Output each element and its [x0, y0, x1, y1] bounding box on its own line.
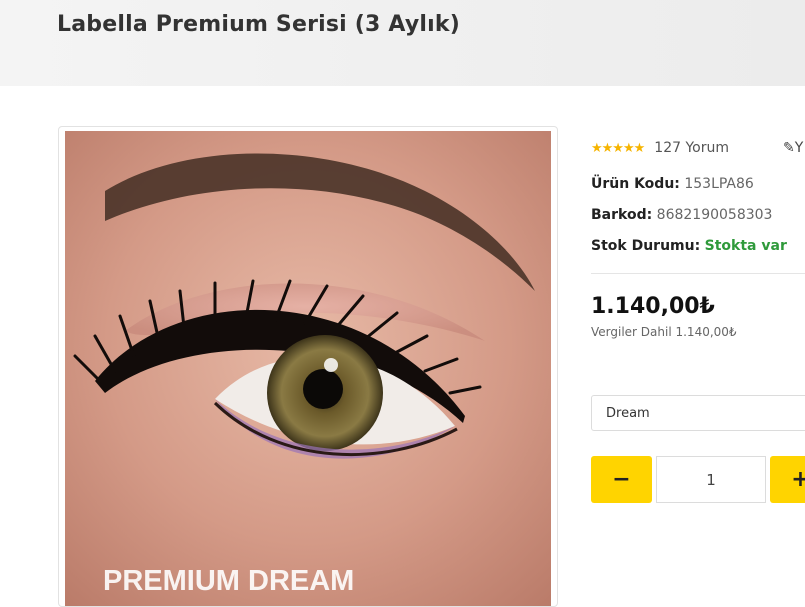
quantity-input[interactable] — [656, 456, 766, 503]
barcode-value: 8682190058303 — [656, 207, 773, 223]
star-rating-icon: ★★★★★ — [591, 140, 645, 156]
page-title-band: Labella Premium Serisi (3 Aylık) — [0, 0, 805, 86]
product-image[interactable]: PREMIUM DREAM — [65, 131, 551, 606]
stock-status-value: Stokta var — [704, 238, 787, 254]
stock-status: Stok Durumu: Stokta var — [591, 238, 787, 254]
divider — [591, 273, 805, 274]
page-title: Labella Premium Serisi (3 Aylık) — [57, 12, 460, 37]
product-image-caption: PREMIUM DREAM — [103, 565, 354, 597]
quantity-decrease-button[interactable]: − — [591, 456, 652, 503]
barcode: Barkod: 8682190058303 — [591, 207, 772, 223]
product-image-frame[interactable]: PREMIUM DREAM — [58, 126, 558, 607]
tax-note: Vergiler Dahil 1.140,00₺ — [591, 325, 737, 339]
write-review-link[interactable]: ✎Y — [783, 140, 803, 156]
product-code-value: 153LPA86 — [684, 176, 754, 192]
review-count-link[interactable]: 127 Yorum — [654, 140, 729, 156]
quantity-increase-button[interactable]: + — [770, 456, 805, 503]
stock-status-label: Stok Durumu: — [591, 238, 701, 254]
variant-select[interactable]: Dream — [591, 395, 805, 431]
product-code: Ürün Kodu: 153LPA86 — [591, 176, 754, 192]
rating-row[interactable]: ★★★★★ 127 Yorum — [591, 140, 729, 156]
product-price: 1.140,00₺ — [591, 294, 715, 319]
barcode-label: Barkod: — [591, 207, 653, 223]
product-code-label: Ürün Kodu: — [591, 176, 680, 192]
